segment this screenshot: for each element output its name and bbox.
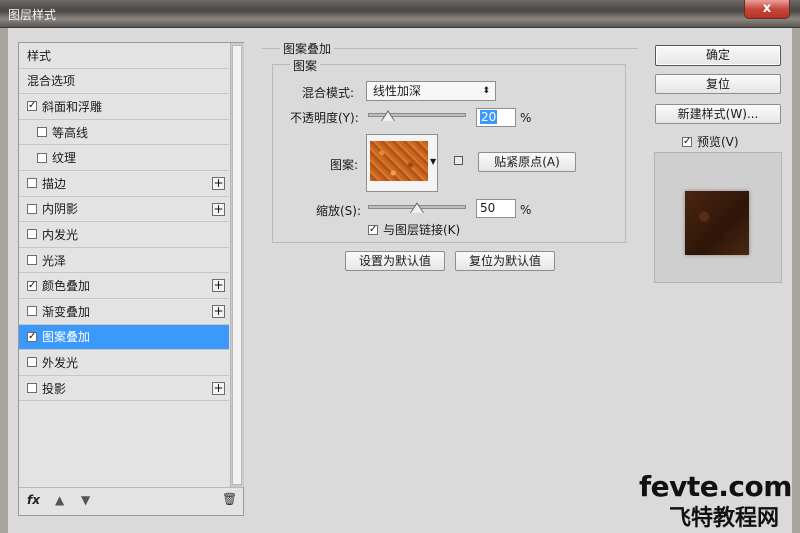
add-effect-icon[interactable]: + [212, 202, 225, 216]
checkbox-icon[interactable] [37, 127, 47, 138]
dropdown-arrow-icon: ▼ [430, 157, 437, 166]
scale-unit: % [520, 203, 532, 217]
pattern-swatch [370, 141, 428, 181]
pattern-label: 图案: [330, 158, 359, 172]
checkbox-icon[interactable] [27, 203, 37, 214]
scale-slider-handle[interactable] [411, 204, 423, 213]
sidebar-item[interactable]: 纹理 [19, 145, 229, 171]
sidebar-item[interactable]: 样式 [19, 43, 229, 69]
preview-checkbox[interactable]: ✓ 预览(V) [682, 133, 739, 150]
link-with-layer-label: 与图层链接(K) [383, 223, 461, 237]
opacity-unit: % [520, 111, 532, 125]
fx-button[interactable]: fx [27, 493, 40, 507]
sidebar-item-label: 图案叠加 [42, 330, 91, 345]
watermark-site-name: 飞特教程网 [669, 506, 780, 531]
scrollbar-thumb[interactable] [232, 45, 242, 485]
sidebar-item[interactable]: 光泽 [19, 248, 229, 274]
sidebar-item-label: 纹理 [52, 151, 77, 166]
sidebar-item-label: 等高线 [52, 125, 89, 140]
opacity-value: 20 [480, 110, 498, 124]
checkbox-icon[interactable]: ✓ [682, 136, 692, 147]
sidebar-item-label: 内阴影 [42, 202, 79, 217]
add-effect-icon[interactable]: + [212, 176, 225, 190]
sidebar-item[interactable]: ✓ 颜色叠加 + [19, 273, 229, 299]
sidebar-item[interactable]: ✓ 斜面和浮雕 [19, 94, 229, 120]
watermark-domain: fevte.com [639, 470, 792, 503]
sidebar-item-label: 光泽 [42, 253, 67, 268]
sidebar-item-label: 颜色叠加 [42, 279, 91, 294]
reset-default-button[interactable]: 复位为默认值 [455, 251, 555, 271]
checkbox-icon[interactable] [27, 306, 37, 317]
section-title: 图案叠加 [280, 40, 335, 57]
set-default-button[interactable]: 设置为默认值 [345, 251, 445, 271]
checkbox-icon[interactable]: ✓ [368, 224, 378, 235]
scale-input[interactable]: 50 [476, 199, 516, 218]
scale-value: 50 [480, 201, 496, 215]
arrow-down-icon[interactable]: ▼ [81, 493, 90, 507]
checkbox-icon[interactable]: ✓ [27, 101, 37, 112]
new-style-button[interactable]: 新建样式(W)... [655, 104, 781, 124]
group-title: 图案 [290, 57, 321, 74]
add-effect-icon[interactable]: + [212, 381, 225, 395]
sidebar-item-label: 混合选项 [27, 74, 76, 89]
blend-mode-value: 线性加深 [373, 84, 422, 98]
link-with-layer-checkbox[interactable]: ✓ 与图层链接(K) [368, 221, 460, 238]
sidebar-item[interactable]: 内发光 [19, 222, 229, 248]
checkbox-icon[interactable] [27, 178, 37, 189]
title-bar: 图层样式 x [0, 0, 800, 28]
sidebar-item[interactable]: 内阴影 + [19, 197, 229, 223]
new-preset-icon[interactable] [454, 156, 463, 165]
trash-icon[interactable]: 🗑 [222, 492, 237, 506]
sidebar-item-label: 投影 [42, 381, 67, 396]
blend-mode-select[interactable]: 线性加深 ⬍ [366, 81, 496, 101]
styles-list: 样式混合选项 ✓ 斜面和浮雕等高线纹理描边 + 内阴影 + 内发光光泽 ✓ 颜色叠加 + 渐变叠加 +… [19, 43, 229, 402]
arrow-up-icon[interactable]: ▲ [55, 493, 64, 507]
preview-label: 预览(V) [697, 135, 739, 149]
checkbox-icon[interactable] [27, 383, 37, 394]
ok-button[interactable]: 确定 [655, 45, 781, 66]
snap-to-origin-button[interactable]: 贴紧原点(A) [478, 152, 576, 172]
opacity-slider-handle[interactable] [381, 112, 394, 121]
checkbox-icon[interactable] [37, 152, 47, 163]
checkbox-icon[interactable]: ✓ [27, 331, 37, 342]
sidebar-item-label: 外发光 [42, 355, 79, 370]
sidebar-item[interactable]: 外发光 [19, 350, 229, 376]
close-button[interactable]: x [744, 0, 790, 19]
preview-swatch [685, 191, 749, 255]
sidebar-item-label: 样式 [27, 48, 52, 63]
window-title: 图层样式 [8, 8, 57, 22]
styles-panel: 样式混合选项 ✓ 斜面和浮雕等高线纹理描边 + 内阴影 + 内发光光泽 ✓ 颜色叠加 + 渐变叠加 +… [18, 42, 244, 516]
sidebar-item-label: 渐变叠加 [42, 304, 91, 319]
checkbox-icon[interactable]: ✓ [27, 280, 37, 291]
sidebar-item-label: 内发光 [42, 227, 79, 242]
checkbox-icon[interactable] [27, 255, 37, 266]
sidebar-item-label: 描边 [42, 176, 67, 191]
add-effect-icon[interactable]: + [212, 279, 225, 293]
opacity-label: 不透明度(Y): [290, 111, 359, 125]
sidebar-item-label: 斜面和浮雕 [42, 99, 103, 114]
pattern-picker[interactable]: ▼ [366, 134, 438, 192]
blend-mode-label: 混合模式: [302, 86, 355, 100]
sidebar-item[interactable]: 渐变叠加 + [19, 299, 229, 325]
reset-button[interactable]: 复位 [655, 74, 781, 94]
sidebar-item[interactable]: 混合选项 [19, 69, 229, 95]
sidebar-item[interactable]: 等高线 [19, 120, 229, 146]
sidebar-item[interactable]: 投影 + [19, 376, 229, 402]
opacity-input[interactable]: 20 [476, 108, 516, 127]
style-preview [654, 152, 782, 283]
sidebar-item[interactable]: 描边 + [19, 171, 229, 197]
checkbox-icon[interactable] [27, 357, 37, 368]
close-icon: x [762, 1, 772, 16]
sidebar-item[interactable]: ✓ 图案叠加 [19, 324, 229, 351]
scale-label: 缩放(S): [316, 204, 362, 218]
add-effect-icon[interactable]: + [212, 304, 225, 318]
select-arrows-icon: ⬍ [482, 86, 490, 96]
styles-bottom-bar: fx ▲ ▼ 🗑 [19, 487, 243, 515]
checkbox-icon[interactable] [27, 229, 37, 240]
